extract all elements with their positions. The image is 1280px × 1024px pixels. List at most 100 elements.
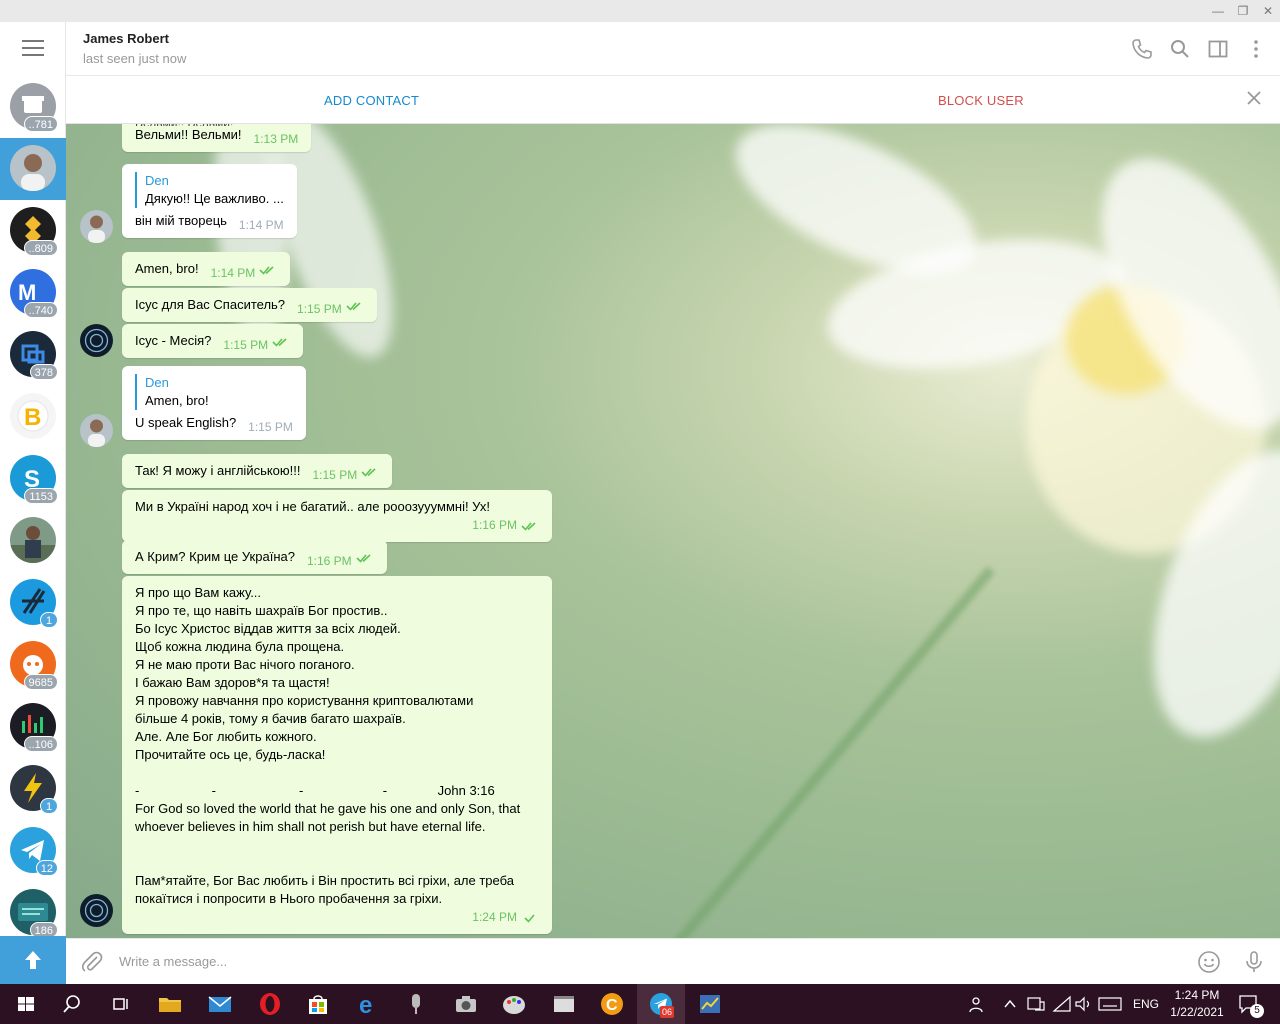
close-icon[interactable] bbox=[1244, 88, 1264, 108]
chat-list-item[interactable]: ..809 bbox=[0, 200, 66, 262]
sidebar-toggle-icon[interactable] bbox=[1206, 37, 1230, 61]
read-receipt-icon bbox=[361, 467, 376, 477]
add-contact-button[interactable]: ADD CONTACT bbox=[324, 93, 419, 108]
microphone-app-icon[interactable] bbox=[402, 990, 430, 1018]
outgoing-message[interactable]: Amen, bro! 1:14 PM bbox=[122, 252, 291, 286]
coin-app-icon[interactable]: C bbox=[598, 990, 626, 1018]
unread-badge: 1 bbox=[40, 612, 58, 628]
paint-icon[interactable] bbox=[500, 990, 528, 1018]
outgoing-message[interactable]: Ми в Україні народ хоч і не багатий.. ал… bbox=[122, 490, 552, 542]
menu-icon[interactable] bbox=[22, 40, 44, 56]
svg-text:B: B bbox=[24, 404, 41, 431]
message-time: 1:15 PM bbox=[297, 302, 342, 316]
svg-text:C: C bbox=[606, 997, 618, 1014]
den-avatar[interactable] bbox=[80, 414, 113, 447]
outgoing-message[interactable]: Так! Я можу і англійською!!! 1:15 PM bbox=[122, 454, 393, 488]
unread-badge: 12 bbox=[35, 860, 58, 876]
people-icon[interactable] bbox=[964, 995, 984, 1015]
volume-icon[interactable] bbox=[1074, 995, 1094, 1013]
clock[interactable]: 1:24 PM 1/22/2021 bbox=[1168, 984, 1226, 1024]
reply-text: Amen, bro! bbox=[145, 393, 209, 408]
message-text: Вельми!! Вельми! bbox=[135, 127, 242, 142]
task-view-icon[interactable] bbox=[106, 990, 134, 1018]
reply-quote[interactable]: Den Amen, bro! bbox=[135, 374, 293, 410]
chat-list-item[interactable]: ..781 bbox=[0, 76, 66, 138]
reply-quote[interactable]: Den Дякую!! Це важливо. ... bbox=[135, 172, 284, 208]
store-icon[interactable] bbox=[304, 990, 332, 1018]
chat-list-item[interactable]: 12 bbox=[0, 820, 66, 882]
minimize-button[interactable]: — bbox=[1206, 2, 1230, 20]
wifi-icon[interactable] bbox=[1052, 995, 1072, 1013]
message-time: 1:16 PM bbox=[472, 518, 517, 532]
svg-text:e: e bbox=[359, 992, 372, 1018]
outgoing-message[interactable]: Ісус - Месія? 1:15 PM bbox=[122, 324, 304, 358]
my-avatar[interactable] bbox=[80, 894, 113, 927]
search-taskbar-icon[interactable] bbox=[58, 990, 86, 1018]
chat-list-item[interactable]: 1 bbox=[0, 758, 66, 820]
message-time: 1:14 PM bbox=[210, 266, 256, 280]
bitcoin-avatar: B bbox=[10, 393, 56, 439]
microphone-icon[interactable] bbox=[1242, 950, 1266, 974]
app-chart-icon[interactable] bbox=[696, 990, 724, 1018]
message-line: покаїтися і попросити в Нього пробачення… bbox=[135, 891, 443, 906]
outgoing-message[interactable]: А Крим? Крим це Україна? 1:16 PM bbox=[122, 540, 387, 574]
outgoing-message[interactable]: Я про що Вам кажу... Я про те, що навіть … bbox=[122, 576, 552, 934]
edge-icon[interactable]: e bbox=[354, 990, 382, 1018]
chat-list-item[interactable]: 378 bbox=[0, 324, 66, 386]
den-avatar[interactable] bbox=[80, 210, 113, 243]
message-line: Я провожу навчання про користування крип… bbox=[135, 693, 474, 708]
app-window-icon[interactable] bbox=[550, 990, 578, 1018]
language-indicator[interactable]: ENG bbox=[1133, 984, 1159, 1024]
windows-start-icon[interactable] bbox=[12, 990, 40, 1018]
chat-list-item[interactable]: ..106 bbox=[0, 696, 66, 758]
message-input[interactable]: Write a message... bbox=[119, 954, 227, 969]
chat-list-item[interactable]: S 1153 bbox=[0, 448, 66, 510]
outgoing-message[interactable]: Вельми!! Вельми!Вельми!! Вельми! 1:13 PM bbox=[122, 124, 312, 152]
message-time: 1:14 PM bbox=[238, 218, 284, 232]
close-window-button[interactable]: ✕ bbox=[1256, 2, 1280, 20]
restore-button[interactable]: ❐ bbox=[1231, 2, 1255, 20]
chat-list-item[interactable]: M ..740 bbox=[0, 262, 66, 324]
opera-icon[interactable] bbox=[256, 990, 284, 1018]
message-time: 1:16 PM bbox=[306, 554, 352, 568]
message-line: Пам*ятайте, Бог Вас любить і Він простит… bbox=[135, 873, 514, 888]
message-line bbox=[135, 836, 539, 854]
input-indicator-icon[interactable] bbox=[1026, 995, 1046, 1013]
scroll-up-button[interactable] bbox=[0, 936, 66, 984]
emoji-icon[interactable] bbox=[1197, 950, 1221, 974]
camera-icon[interactable] bbox=[452, 990, 480, 1018]
chat-list-item[interactable] bbox=[0, 510, 66, 572]
unread-badge: 1153 bbox=[24, 488, 58, 504]
outgoing-message[interactable]: Ісус для Вас Спаситель? 1:15 PM bbox=[122, 288, 377, 322]
block-user-button[interactable]: BLOCK USER bbox=[938, 93, 1024, 108]
read-receipt-icon bbox=[356, 553, 371, 563]
reply-author: Den bbox=[145, 375, 169, 390]
keyboard-icon[interactable] bbox=[1098, 995, 1122, 1013]
message-history[interactable]: Вельми!! Вельми!Вельми!! Вельми! 1:13 PM D… bbox=[66, 124, 1280, 938]
contact-name[interactable]: James Robert bbox=[83, 31, 169, 46]
search-icon[interactable] bbox=[1168, 37, 1192, 61]
chat-list-sidebar: ..781 ..809 M ..740 378 B S 1153 1 9685 ..106 1 12 18… bbox=[0, 22, 66, 984]
chat-list-item[interactable]: 1 bbox=[0, 572, 66, 634]
message-line: Я про що Вам кажу... bbox=[135, 585, 262, 600]
chat-list-item[interactable]: 186 bbox=[0, 882, 66, 944]
attach-icon[interactable] bbox=[80, 950, 104, 974]
chat-list-item[interactable]: 9685 bbox=[0, 634, 66, 696]
active-avatar bbox=[10, 145, 56, 191]
phone-icon[interactable] bbox=[1130, 37, 1154, 61]
my-avatar[interactable] bbox=[80, 324, 113, 357]
chat-list-item[interactable]: B bbox=[0, 386, 66, 448]
incoming-message[interactable]: Den Дякую!! Це важливо. ... він мій творец… bbox=[122, 164, 297, 238]
read-receipt-icon bbox=[346, 301, 361, 311]
message-line: Я не маю проти Вас нічого поганого. bbox=[135, 657, 355, 672]
more-options-icon[interactable] bbox=[1244, 37, 1268, 61]
message-text: Ісус для Вас Спаситель? bbox=[135, 297, 286, 312]
chevron-up-icon[interactable] bbox=[1002, 996, 1018, 1012]
read-receipt-icon bbox=[272, 337, 287, 347]
mail-icon[interactable] bbox=[206, 990, 234, 1018]
file-explorer-icon[interactable] bbox=[156, 990, 184, 1018]
incoming-message[interactable]: Den Amen, bro! U speak English? 1:15 PM bbox=[122, 366, 306, 440]
message-line: більше 4 років, тому я бачив багато шахр… bbox=[135, 711, 406, 726]
contact-status: last seen just now bbox=[83, 51, 187, 66]
chat-list-item[interactable] bbox=[0, 138, 66, 200]
